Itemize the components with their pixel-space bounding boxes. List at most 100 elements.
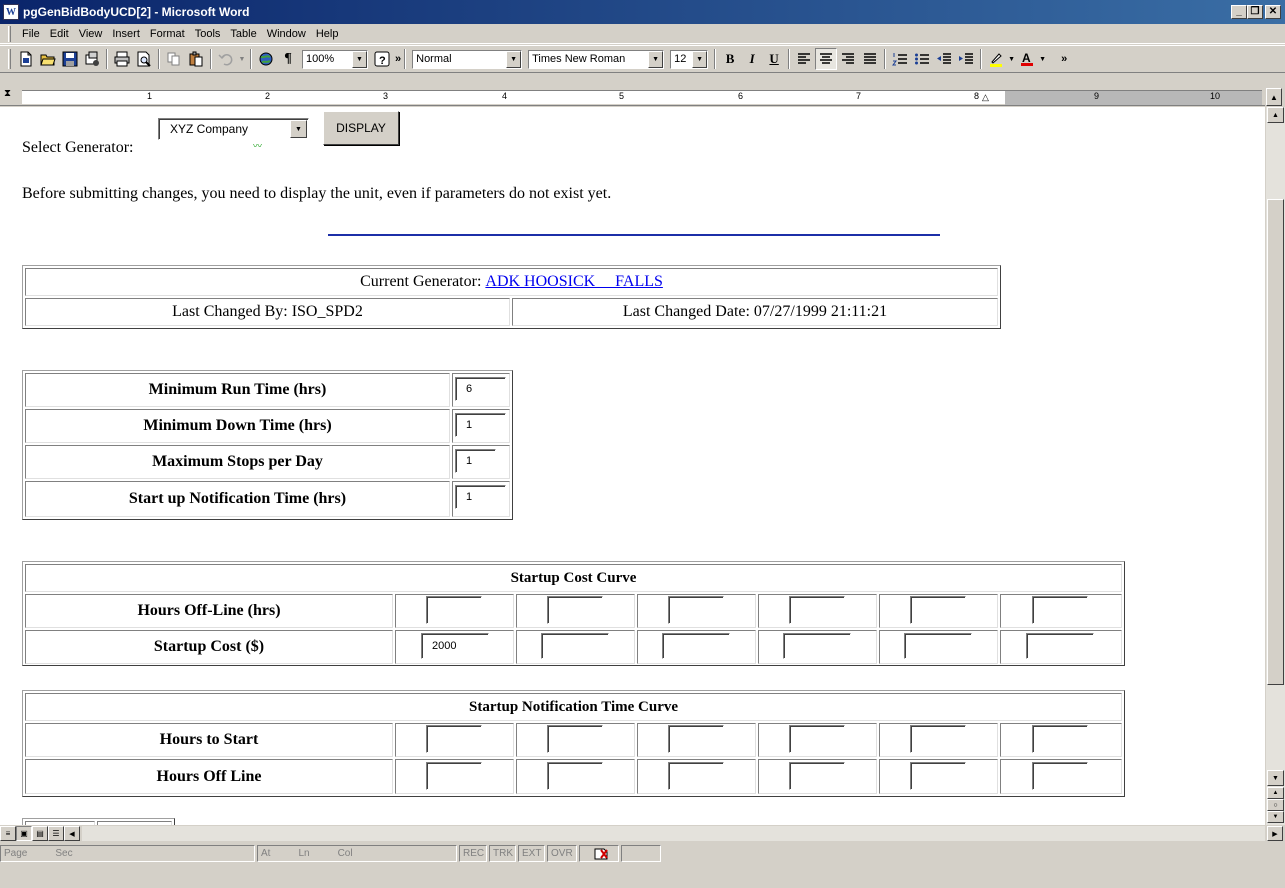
display-button[interactable]: DISPLAY (323, 111, 399, 145)
hours-off-line-input[interactable] (910, 596, 966, 624)
previous-page-icon[interactable]: ▲ (1267, 787, 1284, 799)
align-right-icon[interactable] (837, 48, 859, 70)
hours-off-line-curve-input[interactable] (789, 762, 845, 790)
chevron-down-icon[interactable]: ▼ (506, 50, 522, 68)
toolbar-overflow-icon[interactable]: » (395, 53, 401, 65)
title-bar[interactable]: W pgGenBidBodyUCD[2] - Microsoft Word _ … (0, 0, 1285, 24)
spelling-status-icon[interactable] (579, 845, 619, 862)
hours-off-line-curve-input[interactable] (426, 762, 482, 790)
startup-cost-input[interactable] (1026, 633, 1094, 659)
scroll-down-icon[interactable]: ▼ (1267, 770, 1284, 786)
generator-select[interactable]: XYZ Company ▼ (158, 118, 309, 140)
highlight-dropdown-icon[interactable]: ▼ (1007, 48, 1016, 70)
status-ext[interactable]: EXT (518, 845, 545, 862)
hours-off-line-input[interactable] (547, 596, 603, 624)
hours-off-line-input[interactable] (668, 596, 724, 624)
decrease-indent-icon[interactable] (933, 48, 955, 70)
undo-icon[interactable] (215, 48, 237, 70)
bullets-icon[interactable] (911, 48, 933, 70)
next-page-icon[interactable]: ▼ (1267, 811, 1284, 823)
document-area[interactable]: Select Generator: XYZ Company ▼ 〰 DISPLA… (0, 107, 1265, 825)
chevron-down-icon[interactable]: ▼ (648, 50, 664, 68)
menu-file[interactable]: File (17, 28, 45, 40)
chevron-down-icon[interactable]: ▼ (290, 120, 307, 138)
scroll-thumb[interactable] (1267, 199, 1284, 685)
toolbar-overflow-icon[interactable]: » (1061, 53, 1067, 65)
vertical-scrollbar[interactable]: ▲ ▼ ▲ ○ ▼ (1265, 107, 1285, 825)
menubar-grip[interactable] (8, 25, 11, 42)
status-rec[interactable]: REC (459, 845, 487, 862)
scroll-up-icon[interactable]: ▲ (1267, 107, 1284, 123)
font-color-dropdown-icon[interactable]: ▼ (1038, 48, 1047, 70)
normal-view-icon[interactable]: ≡ (0, 826, 16, 841)
font-size-combo[interactable]: 12 ▼ (670, 49, 709, 69)
select-browse-object-icon[interactable]: ○ (1267, 799, 1284, 811)
font-combo[interactable]: Times New Roman ▼ (528, 49, 665, 69)
italic-button[interactable]: I (741, 48, 763, 70)
hours-to-start-input[interactable] (426, 725, 482, 753)
print-preview-icon[interactable] (133, 48, 155, 70)
hours-off-line-input[interactable] (1032, 596, 1088, 624)
menu-edit[interactable]: Edit (45, 28, 74, 40)
word-app-icon[interactable]: W (3, 4, 19, 20)
insert-hyperlink-icon[interactable] (255, 48, 277, 70)
show-hide-pilcrow-icon[interactable]: ¶ (277, 48, 299, 70)
font-color-icon[interactable]: A (1016, 48, 1038, 70)
underline-button[interactable]: U (763, 48, 785, 70)
startup-cost-input[interactable] (662, 633, 730, 659)
print-layout-view-icon[interactable]: ▤ (32, 826, 48, 841)
style-combo[interactable]: Normal ▼ (412, 49, 523, 69)
scroll-left-icon[interactable]: ◀ (64, 826, 80, 841)
align-center-icon[interactable] (815, 48, 838, 70)
current-generator-link[interactable]: ADK HOOSICK FALLS (485, 273, 663, 291)
scroll-right-icon[interactable]: ▶ (1267, 826, 1283, 841)
hours-to-start-input[interactable] (789, 725, 845, 753)
right-indent-marker-icon[interactable]: △ (982, 92, 989, 103)
startup-cost-input[interactable] (904, 633, 972, 659)
highlight-icon[interactable] (985, 48, 1007, 70)
horizontal-ruler[interactable]: ⧗ 1 2 3 4 5 6 7 8 9 10 △ (0, 88, 1265, 106)
permission-icon[interactable] (81, 48, 103, 70)
toolbar-grip[interactable] (8, 49, 11, 69)
restore-button[interactable]: ❐ (1247, 5, 1263, 19)
copy-icon[interactable] (163, 48, 185, 70)
menu-view[interactable]: View (74, 28, 108, 40)
maximum-stops-input[interactable]: 1 (455, 449, 496, 473)
startup-cost-input[interactable] (783, 633, 851, 659)
zoom-combo[interactable]: 100% ▼ (302, 49, 368, 69)
status-page-section[interactable]: Page Sec (0, 845, 255, 862)
hours-to-start-input[interactable] (547, 725, 603, 753)
ruler-toggle-button[interactable]: ▲ (1266, 88, 1282, 106)
hours-off-line-curve-input[interactable] (910, 762, 966, 790)
minimize-button[interactable]: _ (1231, 5, 1247, 19)
minimum-run-time-input[interactable]: 6 (455, 377, 506, 401)
help-icon[interactable]: ? (371, 48, 393, 70)
undo-dropdown-icon[interactable]: ▼ (237, 48, 247, 70)
menu-insert[interactable]: Insert (107, 28, 145, 40)
increase-indent-icon[interactable] (955, 48, 977, 70)
menu-help[interactable]: Help (311, 28, 344, 40)
menu-tools[interactable]: Tools (190, 28, 226, 40)
paste-icon[interactable] (185, 48, 207, 70)
hours-off-line-input[interactable] (426, 596, 482, 624)
hours-off-line-curve-input[interactable] (668, 762, 724, 790)
save-disk-icon[interactable] (59, 48, 81, 70)
hours-off-line-input[interactable] (789, 596, 845, 624)
indent-marker-icon[interactable]: ⧗ (4, 88, 11, 99)
startup-cost-input[interactable]: 2000 (421, 633, 489, 659)
outline-view-icon[interactable]: ☰ (48, 826, 64, 841)
horizontal-scroll-track[interactable] (82, 826, 1265, 841)
open-folder-icon[interactable] (37, 48, 59, 70)
minimum-down-time-input[interactable]: 1 (455, 413, 506, 437)
align-left-icon[interactable] (793, 48, 815, 70)
menu-format[interactable]: Format (145, 28, 190, 40)
print-icon[interactable] (111, 48, 133, 70)
menu-window[interactable]: Window (262, 28, 311, 40)
bold-button[interactable]: B (719, 48, 741, 70)
hours-off-line-curve-input[interactable] (1032, 762, 1088, 790)
startup-cost-input[interactable] (541, 633, 609, 659)
justify-icon[interactable] (859, 48, 881, 70)
hours-to-start-input[interactable] (910, 725, 966, 753)
status-trk[interactable]: TRK (489, 845, 516, 862)
web-layout-view-icon[interactable]: ▣ (16, 826, 32, 841)
